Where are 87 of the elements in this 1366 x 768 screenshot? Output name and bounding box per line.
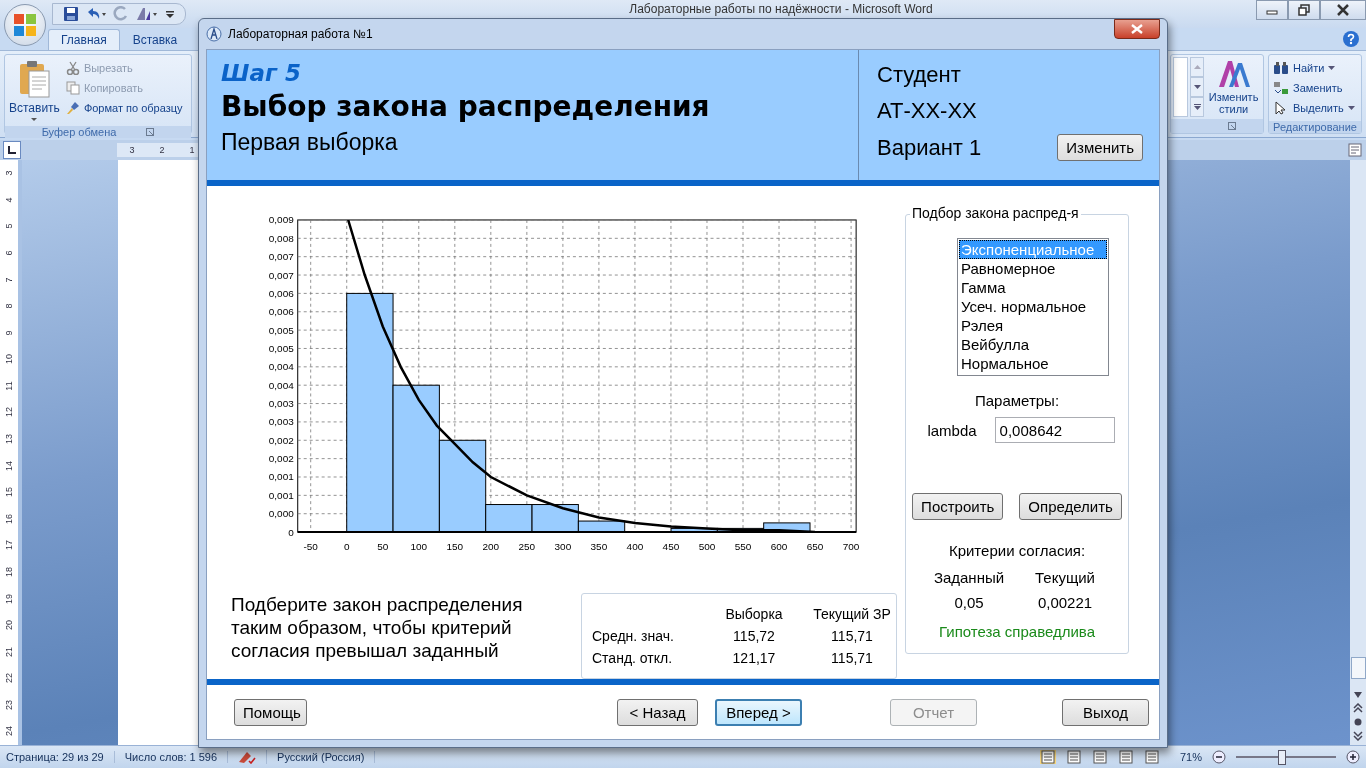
instruction-text: Подберите закон распределения таким образом, чтобы критерий согласия превышал заданный (231, 593, 524, 663)
ruler-number: 8 (4, 303, 14, 309)
axis-tick-label: 0,005 (268, 342, 294, 354)
axis-tick-label: 0,009 (268, 214, 294, 226)
ruler-number: 10 (4, 354, 14, 365)
table-cell-text: 115,71 (830, 628, 874, 644)
table-cell-text: 121,17 (731, 650, 777, 666)
axis-tick-label: 100 (410, 541, 428, 552)
ruler-number: 20 (4, 620, 14, 631)
axis-tick-label: 0,003 (268, 398, 294, 410)
axis-tick-label: 650 (806, 541, 824, 552)
axis-tick-label: 0,001 (268, 471, 294, 483)
row-label: Станд. откл. (592, 650, 674, 666)
axis-tick-label: 0,001 (268, 489, 294, 501)
ruler-number: 11 (4, 381, 14, 391)
hypothesis-result: Гипотеза справедлива (938, 623, 1095, 640)
ruler-number: 22 (4, 673, 14, 684)
axis-tick-label: 0,007 (268, 251, 294, 263)
axis-tick-label: 150 (446, 541, 464, 552)
ruler-number: 18 (4, 566, 14, 577)
ruler-number: 23 (4, 699, 14, 710)
axis-tick-label: 300 (554, 541, 572, 552)
group-code: АТ-ХХ-ХХ (877, 98, 978, 124)
ruler-number: 5 (4, 223, 14, 229)
axis-tick-label: 0,006 (268, 306, 294, 318)
step-label: Шаг 5 (221, 60, 302, 86)
group-title: Подбор закона распред-я (910, 205, 1081, 221)
column-header: Текущий ЗР (812, 606, 892, 622)
parameters-label: Параметры: (974, 392, 1060, 409)
table-cell-text: 115,72 (732, 628, 776, 644)
axis-tick-label: 500 (698, 541, 716, 552)
criterion-label: Текущий (1035, 569, 1095, 586)
ruler-number: 15 (4, 487, 14, 498)
axis-tick-label: 0,004 (268, 379, 294, 391)
axis-tick-label: 450 (662, 541, 680, 552)
ruler-number: 6 (4, 250, 14, 256)
axis-tick-label: 350 (590, 541, 608, 552)
row-label: Средн. знач. (592, 628, 675, 644)
axis-tick-label: 200 (482, 541, 500, 552)
ruler-number: 4 (4, 197, 14, 203)
axis-tick-label: 0 (343, 541, 350, 552)
axis-tick-label: 0,002 (268, 434, 294, 446)
axis-tick-label: 50 (377, 541, 389, 552)
axis-tick-label: 550 (734, 541, 752, 552)
axis-tick-label: 0,000 (268, 508, 294, 520)
parameter-name: lambda (927, 421, 977, 439)
axis-tick-label: 0,006 (268, 287, 294, 299)
ruler-number: 9 (4, 330, 14, 336)
ruler-number: 7 (4, 277, 14, 283)
criterion-value: 0,05 (954, 594, 984, 611)
ruler-number: 17 (4, 540, 14, 551)
ruler-number: 3 (129, 145, 135, 155)
ruler-number: 24 (4, 726, 14, 737)
axis-tick-label: 0,007 (268, 269, 294, 281)
ruler-number: 3 (4, 170, 14, 176)
group-label: Редактирование (1273, 121, 1357, 133)
window-title: Лабораторные работы по надёжности - Microsoft Word (628, 2, 934, 16)
column-header: Выборка (724, 606, 784, 622)
step-subheading: Первая выборка (221, 129, 399, 156)
table-cell-text: 115,71 (830, 650, 874, 666)
ruler-number: 12 (4, 407, 14, 418)
axis-tick-label: 600 (770, 541, 788, 552)
axis-tick-label: 250 (518, 541, 536, 552)
axis-tick-label: 0,002 (268, 453, 294, 465)
axis-tick-label: 0,004 (268, 361, 294, 373)
ruler-number: 1 (189, 145, 195, 155)
ruler-number: 21 (4, 646, 14, 657)
axis-tick-label: 0,005 (268, 324, 294, 336)
axis-tick-label: 700 (842, 541, 860, 552)
variant-label: Вариант 1 (877, 134, 982, 161)
step-heading: Выбор закона распределения (221, 90, 711, 123)
criterion-value: 0,00221 (1037, 594, 1093, 611)
axis-tick-label: 0,008 (268, 232, 294, 244)
axis-tick-label: 0 (288, 526, 294, 538)
ruler-number: 19 (4, 593, 14, 604)
ruler-number: 16 (4, 513, 14, 524)
dialog-title: Лабораторная работа №1 (228, 27, 373, 41)
axis-tick-label: -50 (303, 541, 318, 552)
student-label: Студент (877, 62, 962, 88)
axis-tick-label: 0,003 (268, 416, 294, 428)
criterion-label: Заданный (933, 569, 1005, 586)
ruler-number: 13 (4, 434, 14, 445)
axis-tick-label: 400 (626, 541, 644, 552)
ruler-number: 2 (159, 145, 165, 155)
group-label: Буфер обмена (41, 126, 117, 138)
ruler-number: 14 (4, 460, 14, 471)
criteria-label: Критерии согласия: (948, 542, 1086, 559)
